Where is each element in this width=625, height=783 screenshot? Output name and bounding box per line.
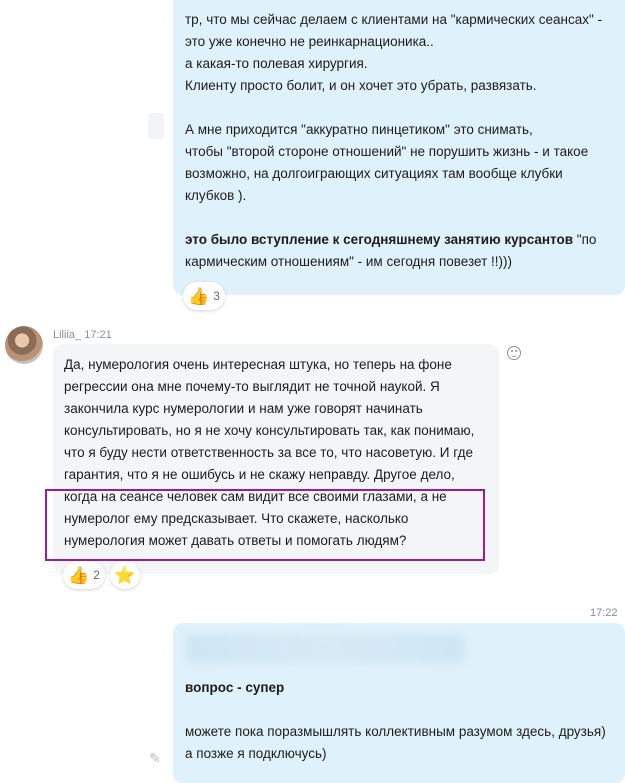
highlight-box — [45, 489, 485, 561]
message-line: кармическим отношениям" - им сегодня пов… — [185, 254, 513, 269]
message-line: А мне приходится "аккуратно пинцетиком" … — [185, 122, 533, 137]
reaction-thumbs-up[interactable]: 👍 2 — [63, 561, 105, 589]
faded-marker — [148, 113, 164, 139]
message-line-bold: это было вступление к сегодняшнему занят… — [185, 229, 596, 251]
message-line: регрессии она мне почему-то выглядит не … — [64, 379, 440, 394]
edit-icon[interactable]: ✎ — [149, 750, 165, 766]
sender-name[interactable]: Liliia_ — [53, 329, 81, 341]
thumbs-up-icon: 👍 — [68, 565, 90, 585]
message-line: гарантия, что я не ошибусь и не скажу не… — [64, 467, 455, 482]
message-time: 17:22 — [590, 607, 618, 619]
message-line: а позже я подключусь) — [185, 746, 327, 761]
message-line: клубков ). — [185, 188, 247, 203]
add-reaction-icon[interactable] — [507, 346, 521, 360]
message-time: 17:21 — [84, 329, 112, 341]
star-icon: ⭐ — [114, 565, 136, 585]
message-line: тр, что мы сейчас делаем с клиентами на … — [185, 12, 603, 27]
message-line: это уже конечно не реинкарнационика.. — [185, 34, 434, 49]
message-line: консультировать, но я не хочу консультир… — [64, 423, 475, 438]
message-line: что я буду нести ответственность за все … — [64, 445, 473, 460]
message-line: Да, нумерология очень интересная штука, … — [64, 357, 452, 372]
message-line: чтобы "второй стороне отношений" не пору… — [185, 144, 589, 159]
message-line: Клиенту просто болит, и он хочет это убр… — [185, 78, 537, 93]
reaction-star[interactable]: ⭐ — [110, 561, 140, 589]
message-line: закончила курс нумерологии и нам уже гов… — [64, 401, 423, 416]
message-line: возможно, на долгоиграющих ситуациях там… — [185, 166, 563, 181]
avatar[interactable] — [5, 326, 43, 364]
bold-text: это было вступление к сегодняшнему занят… — [185, 232, 574, 247]
tail-text: "по — [573, 232, 597, 247]
message-line-bold: вопрос - супер — [185, 677, 284, 699]
reaction-thumbs-up[interactable]: 👍 3 — [183, 282, 225, 310]
message-line: можете пока поразмышлять коллективным ра… — [185, 724, 606, 739]
reaction-count: 3 — [213, 289, 220, 303]
blurred-quote — [186, 634, 464, 664]
bold-text: вопрос - супер — [185, 680, 285, 695]
reaction-count: 2 — [93, 568, 100, 582]
sender-meta: Liliia_ 17:21 — [53, 329, 112, 341]
thumbs-up-icon: 👍 — [188, 286, 210, 306]
message-line: а какая-то полевая хирургия. — [185, 56, 368, 71]
